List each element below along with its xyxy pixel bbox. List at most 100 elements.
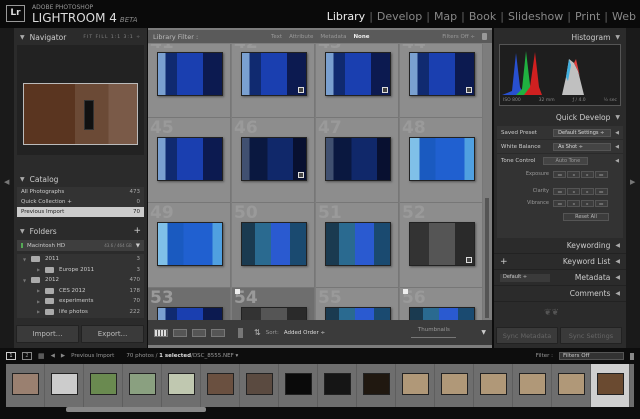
grid-cell[interactable]: 48 bbox=[400, 118, 483, 203]
folder-europe-2011[interactable]: ▶ Europe 2011 3 bbox=[17, 265, 144, 276]
zoom-options[interactable]: FIT FILL 1:1 3:1 ÷ bbox=[83, 35, 141, 40]
filmstrip-cell[interactable] bbox=[474, 364, 513, 407]
navigator-preview[interactable] bbox=[17, 45, 144, 155]
filmstrip-thumbnail[interactable] bbox=[51, 373, 78, 395]
flag-icon[interactable] bbox=[235, 289, 240, 294]
back-arrow-icon[interactable]: ◀ bbox=[51, 353, 55, 359]
step-button[interactable]: ▸▸ bbox=[595, 170, 608, 178]
step-button[interactable]: ◂◂ bbox=[553, 170, 566, 178]
photo-thumbnail[interactable] bbox=[409, 222, 475, 266]
photo-thumbnail[interactable] bbox=[241, 222, 307, 266]
loupe-view-button[interactable] bbox=[173, 328, 187, 337]
filmstrip-thumbnail[interactable] bbox=[12, 373, 39, 395]
step-button[interactable]: ▸ bbox=[581, 187, 594, 195]
photo-thumbnail[interactable] bbox=[325, 307, 391, 320]
filmstrip-filter-dropdown[interactable]: Filters Off bbox=[559, 352, 624, 360]
filmstrip-cell[interactable] bbox=[240, 364, 279, 407]
filmstrip-cell[interactable] bbox=[162, 364, 201, 407]
module-map[interactable]: Map bbox=[434, 10, 457, 23]
saved-preset-dropdown[interactable]: Default Settings ÷ bbox=[553, 128, 612, 137]
step-button[interactable]: ◂ bbox=[567, 199, 580, 207]
main-window-button[interactable]: 1 bbox=[6, 352, 16, 360]
grid-cell[interactable]: 53 bbox=[148, 288, 231, 320]
filmstrip-thumbnail[interactable] bbox=[324, 373, 351, 395]
folder-experiments[interactable]: ▶ experiments 70 bbox=[17, 296, 144, 307]
photo-thumbnail[interactable] bbox=[325, 137, 391, 181]
sort-dropdown[interactable]: Added Order ÷ bbox=[284, 330, 325, 336]
filmstrip-thumbnail[interactable] bbox=[558, 373, 585, 395]
step-button[interactable]: ◂ bbox=[567, 187, 580, 195]
volume-macintosh-hd[interactable]: Macintosh HD 43.6 / 464 GB ▼ bbox=[17, 240, 144, 251]
add-folder-button[interactable]: + bbox=[133, 226, 141, 236]
navigator-header[interactable]: ▼ Navigator FIT FILL 1:1 3:1 ÷ bbox=[14, 30, 147, 44]
triangle-right-icon[interactable]: ▶ bbox=[37, 299, 45, 304]
left-panel-toggle[interactable]: ◀ bbox=[0, 28, 14, 348]
filmstrip-cell[interactable] bbox=[318, 364, 357, 407]
grid-cell[interactable]: 42 bbox=[232, 44, 315, 118]
step-button[interactable]: ◂◂ bbox=[553, 187, 566, 195]
photo-thumbnail[interactable] bbox=[157, 307, 223, 320]
filmstrip-scrollbar[interactable] bbox=[66, 407, 206, 412]
sort-direction-icon[interactable]: ⇅ bbox=[254, 328, 261, 337]
spray-can-icon[interactable] bbox=[238, 327, 243, 338]
grid-view-button[interactable] bbox=[154, 328, 168, 337]
photo-thumbnail[interactable] bbox=[157, 222, 223, 266]
photo-thumbnail[interactable] bbox=[157, 52, 223, 96]
step-button[interactable]: ▸ bbox=[581, 199, 594, 207]
step-button[interactable]: ◂ bbox=[567, 170, 580, 178]
import-button[interactable]: Import... bbox=[16, 325, 79, 343]
grid-scrollbar[interactable] bbox=[485, 198, 489, 318]
triangle-left-icon[interactable]: ◀ bbox=[615, 144, 619, 150]
triangle-down-icon[interactable]: ▼ bbox=[23, 278, 31, 283]
filter-tab-metadata[interactable]: Metadata bbox=[320, 34, 346, 40]
sync-settings-button[interactable]: Sync Settings bbox=[560, 327, 622, 344]
filmstrip-thumbnail[interactable] bbox=[441, 373, 468, 395]
add-keyword-button[interactable]: + bbox=[500, 257, 508, 267]
lock-icon[interactable] bbox=[630, 352, 634, 360]
filmstrip-cell[interactable] bbox=[552, 364, 591, 407]
grid-cell[interactable]: 41 bbox=[148, 44, 231, 118]
catalog-item-all-photographs[interactable]: All Photographs 473 bbox=[17, 187, 144, 197]
grid-cell[interactable]: 49 bbox=[148, 203, 231, 288]
photo-thumbnail[interactable] bbox=[241, 307, 307, 320]
lock-icon[interactable] bbox=[482, 33, 487, 40]
filmstrip-cell[interactable] bbox=[123, 364, 162, 407]
filmstrip-cell[interactable] bbox=[513, 364, 552, 407]
triangle-right-icon[interactable]: ▶ bbox=[37, 309, 45, 314]
filter-tab-none[interactable]: None bbox=[353, 34, 369, 40]
keyword-list-header[interactable]: + Keyword List ◀ bbox=[494, 254, 626, 270]
filmstrip-cell[interactable] bbox=[591, 364, 630, 407]
catalog-header[interactable]: ▼ Catalog bbox=[14, 172, 147, 186]
triangle-left-icon[interactable]: ◀ bbox=[615, 130, 619, 136]
filter-tab-attribute[interactable]: Attribute bbox=[289, 34, 313, 40]
auto-tone-button[interactable]: Auto Tone bbox=[543, 157, 589, 165]
photo-thumbnail[interactable] bbox=[409, 307, 475, 320]
filmstrip-cell[interactable] bbox=[84, 364, 123, 407]
module-slideshow[interactable]: Slideshow bbox=[508, 10, 563, 23]
filmstrip-cell[interactable] bbox=[6, 364, 45, 407]
filmstrip-cell[interactable] bbox=[396, 364, 435, 407]
filter-tab-text[interactable]: Text bbox=[271, 34, 282, 40]
filmstrip-cell[interactable] bbox=[435, 364, 474, 407]
second-window-button[interactable]: 2 bbox=[22, 352, 32, 360]
grid-cell[interactable]: 45 bbox=[148, 118, 231, 203]
grid-cell[interactable]: 50 bbox=[232, 203, 315, 288]
folder-2011[interactable]: ▼ 2011 3 bbox=[17, 254, 144, 265]
selected-file-name[interactable]: /DSC_8555.NEF ▾ bbox=[191, 353, 238, 359]
sync-metadata-button[interactable]: Sync Metadata bbox=[496, 327, 558, 344]
filmstrip-cell[interactable] bbox=[357, 364, 396, 407]
white-balance-dropdown[interactable]: As Shot ÷ bbox=[553, 142, 612, 151]
folder-life-photos[interactable]: ▶ life photos 222 bbox=[17, 307, 144, 318]
filmstrip-thumbnail[interactable] bbox=[207, 373, 234, 395]
grid-icon[interactable]: ▦ bbox=[38, 352, 45, 360]
keywording-header[interactable]: Keywording ◀ bbox=[494, 238, 626, 254]
compare-view-button[interactable] bbox=[192, 328, 206, 337]
module-develop[interactable]: Develop bbox=[377, 10, 422, 23]
photo-thumbnail[interactable] bbox=[409, 137, 475, 181]
step-button[interactable]: ◂◂ bbox=[553, 199, 566, 207]
photo-thumbnail[interactable] bbox=[325, 52, 391, 96]
filmstrip-thumbnail[interactable] bbox=[402, 373, 429, 395]
flag-icon[interactable] bbox=[403, 289, 408, 294]
photo-thumbnail[interactable] bbox=[409, 52, 475, 96]
grid-cell[interactable]: 56 bbox=[400, 288, 483, 320]
